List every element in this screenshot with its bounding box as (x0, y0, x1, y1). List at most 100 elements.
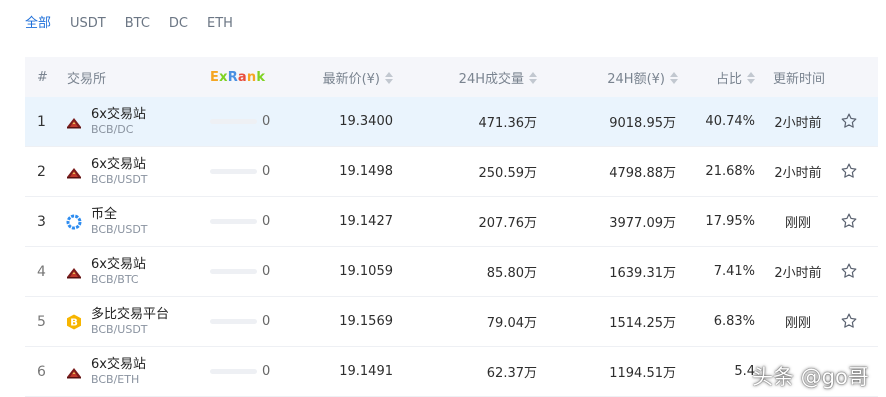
volume-24h: 250.59万 (478, 166, 538, 181)
6x-exchange-icon (66, 264, 82, 280)
latest-price: 19.1498 (339, 164, 393, 179)
latest-price: 19.1059 (339, 264, 393, 279)
volume-24h: 62.37万 (486, 366, 537, 381)
exrank-letter: k (256, 69, 266, 85)
amount-24h: 1639.31万 (609, 266, 676, 281)
exrank-score: 0 (262, 114, 271, 129)
tab-eth[interactable]: ETH (207, 14, 233, 34)
exrank-score: 0 (262, 264, 271, 279)
dobi-icon: B (66, 314, 82, 330)
header-index: # (37, 69, 48, 85)
exrank-letter: R (227, 69, 238, 85)
tab-all[interactable]: 全部 (25, 14, 51, 34)
row-index: 3 (37, 213, 46, 230)
market-share: 40.74% (705, 114, 755, 129)
tab-dc[interactable]: DC (169, 14, 188, 34)
volume-24h: 207.76万 (478, 216, 538, 231)
header-exchange: 交易所 (67, 71, 107, 87)
exrank-bar (210, 219, 257, 224)
table-row[interactable]: 4 6x交易站 BCB/BTC 0 19.1059 85.80万 1639.31… (25, 247, 878, 297)
watermark-text: 头条 @go哥 (752, 365, 869, 389)
amount-24h: 3977.09万 (609, 216, 676, 231)
volume-24h: 471.36万 (478, 116, 538, 131)
trading-pair: BCB/USDT (91, 173, 148, 186)
updated-time: 2小时前 (774, 116, 822, 131)
exchange-name[interactable]: 多比交易平台 (91, 303, 169, 322)
amount-24h: 4798.88万 (609, 166, 676, 181)
market-filter-tabs: 全部 USDT BTC DC ETH (25, 14, 252, 34)
row-index: 5 (37, 313, 46, 330)
updated-time: 刚刚 (784, 316, 811, 331)
row-index: 1 (37, 113, 46, 130)
header-amount[interactable]: 24H额(¥) (607, 68, 678, 87)
latest-price: 19.1569 (339, 314, 393, 329)
exrank-letter: x (219, 69, 228, 85)
exrank-score: 0 (262, 364, 271, 379)
latest-price: 19.3400 (339, 114, 393, 129)
exrank-bar (210, 269, 257, 274)
trading-pair: BCB/BTC (91, 273, 139, 286)
biquan-icon (66, 214, 82, 230)
trading-pair: BCB/DC (91, 123, 134, 136)
table-row[interactable]: 6 6x交易站 BCB/ETH 0 19.1491 62.37万 1194.51… (25, 347, 878, 397)
trading-pair: BCB/ETH (91, 373, 140, 386)
exrank-bar (210, 319, 257, 324)
table-row[interactable]: 1 6x交易站 BCB/DC 0 19.3400 471.36万 9018.95… (25, 97, 878, 147)
tab-btc[interactable]: BTC (125, 14, 150, 34)
header-volume[interactable]: 24H成交量 (459, 68, 537, 87)
6x-exchange-icon (66, 364, 82, 380)
trading-pair: BCB/USDT (91, 223, 148, 236)
sort-icon (385, 72, 393, 84)
updated-time: 2小时前 (774, 266, 822, 281)
amount-24h: 1514.25万 (609, 316, 676, 331)
market-share: 17.95% (705, 214, 755, 229)
table-row[interactable]: 3 币全 BCB/USDT 0 19.1427 207.76万 3977.09万… (25, 197, 878, 247)
volume-24h: 79.04万 (486, 316, 537, 331)
favorite-star-icon[interactable] (840, 312, 858, 330)
favorite-star-icon[interactable] (840, 262, 858, 280)
header-price[interactable]: 最新价(¥) (323, 68, 393, 87)
updated-time: 2小时前 (774, 166, 822, 181)
header-share[interactable]: 占比 (716, 68, 755, 87)
market-share: 6.83% (713, 314, 755, 329)
6x-exchange-icon (66, 164, 82, 180)
sort-icon (670, 72, 678, 84)
exrank-score: 0 (262, 214, 271, 229)
sort-icon (529, 72, 537, 84)
table-row[interactable]: 5 B 多比交易平台 BCB/USDT 0 19.1569 79.04万 151… (25, 297, 878, 347)
favorite-star-icon[interactable] (840, 112, 858, 130)
row-index: 6 (37, 363, 46, 380)
exchange-name[interactable]: 6x交易站 (91, 253, 146, 272)
header-updated: 更新时间 (773, 71, 826, 87)
exrank-score: 0 (262, 164, 271, 179)
exchange-market-table: # 交易所 ExRank 最新价(¥) 24H成交量 24H额(¥) 占比 更新… (25, 57, 878, 397)
tab-usdt[interactable]: USDT (70, 14, 106, 34)
exrank-bar (210, 169, 257, 174)
updated-time: 刚刚 (784, 216, 811, 231)
table-body: 1 6x交易站 BCB/DC 0 19.3400 471.36万 9018.95… (25, 97, 878, 397)
6x-exchange-icon (66, 114, 82, 130)
table-header: # 交易所 ExRank 最新价(¥) 24H成交量 24H额(¥) 占比 更新… (25, 57, 878, 97)
amount-24h: 1194.51万 (609, 366, 676, 381)
svg-text:B: B (70, 318, 78, 329)
favorite-star-icon[interactable] (840, 162, 858, 180)
exchange-name[interactable]: 6x交易站 (91, 153, 146, 172)
exchange-name[interactable]: 币全 (91, 203, 117, 222)
exrank-score: 0 (262, 314, 271, 329)
header-exrank[interactable]: ExRank (210, 70, 265, 85)
exrank-bar (210, 119, 257, 124)
sort-icon (747, 72, 755, 84)
row-index: 2 (37, 163, 46, 180)
exrank-letter: n (246, 69, 257, 85)
favorite-star-icon[interactable] (840, 212, 858, 230)
exchange-name[interactable]: 6x交易站 (91, 353, 146, 372)
volume-24h: 85.80万 (486, 266, 537, 281)
exrank-bar (210, 369, 257, 374)
table-row[interactable]: 2 6x交易站 BCB/USDT 0 19.1498 250.59万 4798.… (25, 147, 878, 197)
market-share: 7.41% (713, 264, 755, 279)
amount-24h: 9018.95万 (609, 116, 676, 131)
trading-pair: BCB/USDT (91, 323, 148, 336)
exchange-name[interactable]: 6x交易站 (91, 103, 146, 122)
exrank-letter: E (210, 69, 220, 85)
latest-price: 19.1427 (339, 214, 393, 229)
